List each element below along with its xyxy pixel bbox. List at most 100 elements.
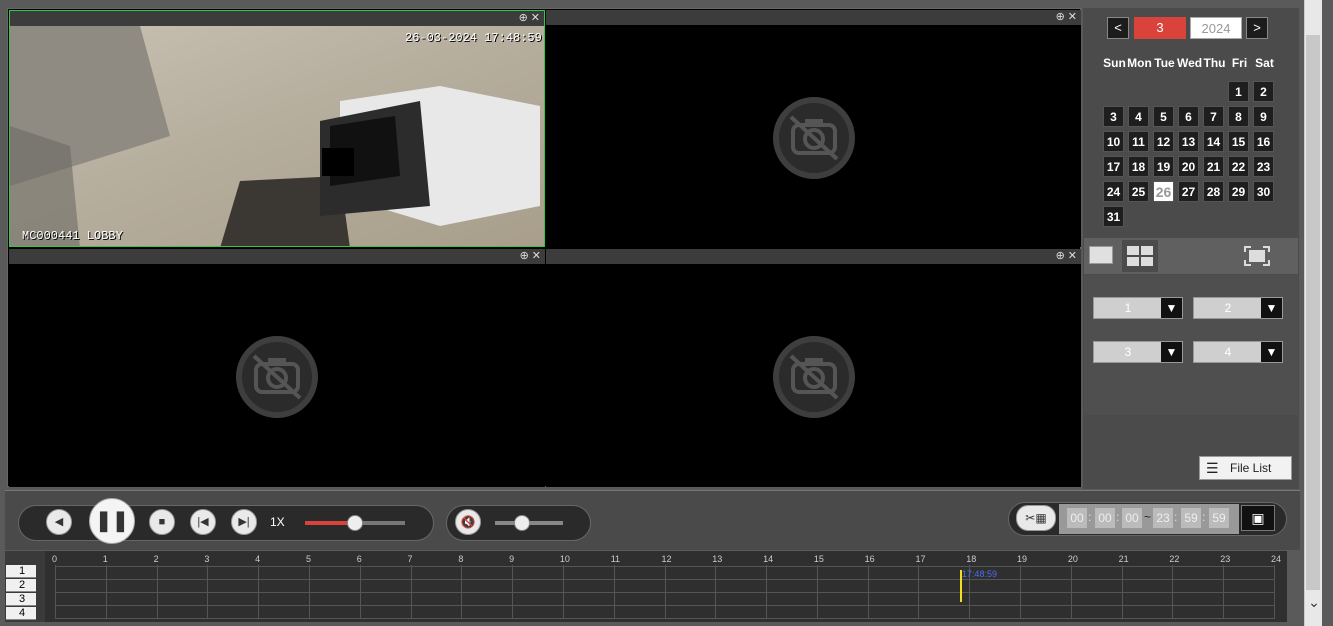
mute-icon[interactable]: 🔇 <box>455 509 481 535</box>
calendar-day[interactable]: 11 <box>1128 131 1149 152</box>
clip-end-second[interactable]: 59 <box>1209 508 1229 528</box>
zoom-in-icon[interactable]: ⊕ <box>519 11 528 26</box>
prev-month-button[interactable]: < <box>1107 17 1129 39</box>
timeline-channel-label[interactable]: 2 <box>6 579 36 592</box>
calendar-day[interactable]: 5 <box>1153 106 1174 127</box>
pause-button[interactable]: ❚❚ <box>89 498 135 544</box>
time-separator: : <box>1202 510 1206 524</box>
calendar-day[interactable]: 2 <box>1253 81 1274 102</box>
camera-label: MC000441 LOBBY <box>22 229 123 243</box>
chevron-down-icon: ▼ <box>1161 298 1182 318</box>
calendar-day[interactable]: 6 <box>1178 106 1199 127</box>
timeline-channel-label[interactable]: 1 <box>6 565 36 578</box>
channel-selector-area: 1 ▼ 2 ▼ 3 ▼ 4 ▼ <box>1084 275 1298 415</box>
single-view-button[interactable] <box>1089 246 1113 264</box>
calendar-day[interactable]: 18 <box>1128 156 1149 177</box>
zoom-in-icon[interactable]: ⊕ <box>520 249 529 264</box>
timeline-channel-label[interactable]: 3 <box>6 593 36 606</box>
calendar-day[interactable]: 12 <box>1153 131 1174 152</box>
close-icon[interactable]: ✕ <box>1068 10 1077 25</box>
calendar-day[interactable]: 27 <box>1178 181 1199 202</box>
video-pane-2[interactable]: ⊕ ✕ <box>546 10 1081 247</box>
chevron-down-icon[interactable]: ⌄ <box>1306 594 1322 610</box>
calendar-day[interactable]: 20 <box>1178 156 1199 177</box>
calendar-day[interactable]: 30 <box>1253 181 1274 202</box>
calendar-day[interactable]: 1 <box>1228 81 1249 102</box>
save-icon[interactable]: ▣ <box>1241 505 1275 531</box>
year-field[interactable]: 2024 <box>1190 17 1242 39</box>
chevron-down-icon: ▼ <box>1161 342 1182 362</box>
clip-start-minute[interactable]: 00 <box>1095 508 1115 528</box>
file-list-button[interactable]: ☰ File List <box>1199 456 1292 480</box>
clip-scissors-icon[interactable]: ✂▦ <box>1016 505 1056 531</box>
clip-start-hour[interactable]: 00 <box>1067 508 1087 528</box>
calendar-day[interactable]: 17 <box>1103 156 1124 177</box>
timeline-hour-label: 24 <box>1271 554 1282 564</box>
calendar-day[interactable]: 3 <box>1103 106 1124 127</box>
timeline-hour-label: 9 <box>509 554 515 564</box>
calendar-day[interactable]: 19 <box>1153 156 1174 177</box>
channel-select-value: 4 <box>1224 345 1232 359</box>
quad-view-button[interactable] <box>1122 240 1158 272</box>
channel-select-3[interactable]: 3 ▼ <box>1093 341 1183 363</box>
camera-feed-image: 26-03-2024 17:48:59 MC000441 LOBBY <box>10 26 544 246</box>
calendar-day[interactable]: 4 <box>1128 106 1149 127</box>
timeline-hour-label: 22 <box>1169 554 1180 564</box>
chevron-down-icon: ▼ <box>1261 342 1282 362</box>
stop-button[interactable]: ■ <box>149 509 175 535</box>
scrollbar-thumb[interactable] <box>1306 35 1320 590</box>
video-pane-1[interactable]: ⊕ ✕ 26-03-2024 17:48:59 MC000441 LOBBY <box>9 10 545 247</box>
calendar-day[interactable]: 24 <box>1103 181 1124 202</box>
timeline-grid[interactable]: 0 1 2 3 4 5 6 7 8 9 10 11 12 13 14 15 16 17 18 19 20 21 22 23 24… <box>45 551 1287 622</box>
calendar-day[interactable]: 29 <box>1228 181 1249 202</box>
calendar-day[interactable]: 7 <box>1203 106 1224 127</box>
channel-select-4[interactable]: 4 ▼ <box>1193 341 1283 363</box>
timeline-channel-label[interactable]: 4 <box>6 607 36 620</box>
calendar-day[interactable]: 10 <box>1103 131 1124 152</box>
calendar-day[interactable]: 8 <box>1228 106 1249 127</box>
fullscreen-icon[interactable] <box>1244 246 1270 266</box>
close-icon[interactable]: ✕ <box>1068 249 1077 264</box>
calendar-day[interactable]: 21 <box>1203 156 1224 177</box>
calendar-day[interactable]: 13 <box>1178 131 1199 152</box>
video-pane-4[interactable]: ⊕ ✕ <box>546 249 1081 487</box>
timeline-row-line <box>55 579 1274 580</box>
calendar-day[interactable]: 25 <box>1128 181 1149 202</box>
calendar-day[interactable]: 26 <box>1153 181 1174 202</box>
calendar-day[interactable]: 15 <box>1228 131 1249 152</box>
clip-end-hour[interactable]: 23 <box>1153 508 1173 528</box>
calendar-day[interactable]: 28 <box>1203 181 1224 202</box>
close-icon[interactable]: ✕ <box>532 249 541 264</box>
zoom-in-icon[interactable]: ⊕ <box>1056 10 1065 25</box>
next-month-button[interactable]: > <box>1246 17 1268 39</box>
timeline-hour-label: 14 <box>763 554 774 564</box>
calendar-day[interactable]: 22 <box>1228 156 1249 177</box>
channel-select-2[interactable]: 2 ▼ <box>1193 297 1283 319</box>
speed-slider-knob[interactable] <box>347 515 363 531</box>
calendar-day[interactable]: 14 <box>1203 131 1224 152</box>
calendar-day[interactable]: 31 <box>1103 206 1124 227</box>
month-field[interactable]: 3 <box>1134 17 1186 39</box>
zoom-in-icon[interactable]: ⊕ <box>1056 249 1065 264</box>
close-icon[interactable]: ✕ <box>531 11 540 26</box>
timeline-gridline <box>1274 565 1275 619</box>
next-frame-button[interactable]: ▶| <box>231 509 257 535</box>
channel-select-1[interactable]: 1 ▼ <box>1093 297 1183 319</box>
calendar-day[interactable]: 23 <box>1253 156 1274 177</box>
calendar-day[interactable]: 9 <box>1253 106 1274 127</box>
previous-frame-button[interactable]: |◀ <box>190 509 216 535</box>
weekday-header: Sat <box>1255 56 1274 70</box>
timeline[interactable]: 1234 0 1 2 3 4 5 6 7 8 9 10 11 12 13 14 15 16 17 18 19 20 21 2… <box>5 551 1287 622</box>
file-list-label: File List <box>1230 461 1272 475</box>
timeline-hour-label: 21 <box>1118 554 1129 564</box>
timeline-hour-label: 2 <box>153 554 159 564</box>
clip-start-second[interactable]: 00 <box>1122 508 1142 528</box>
timeline-hour-label: 5 <box>305 554 311 564</box>
timeline-hour-label: 20 <box>1067 554 1078 564</box>
calendar-day[interactable]: 16 <box>1253 131 1274 152</box>
clip-end-minute[interactable]: 59 <box>1181 508 1201 528</box>
video-pane-3[interactable]: ⊕ ✕ <box>9 249 545 487</box>
play-backward-button[interactable]: ◀ <box>46 509 72 535</box>
timeline-row-line <box>55 592 1274 593</box>
pane-toolbar <box>546 249 1081 264</box>
